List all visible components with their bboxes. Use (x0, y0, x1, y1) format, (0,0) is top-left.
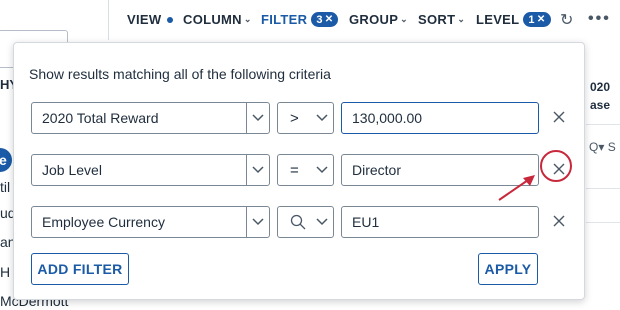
chevron-down-icon: ⌄ (457, 14, 466, 24)
level-menu[interactable]: LEVEL 1 ✕ (476, 12, 551, 27)
annotation-arrow-icon (498, 175, 535, 201)
level-count-badge[interactable]: 1 ✕ (523, 12, 551, 27)
background-header-text: 020 (590, 80, 611, 94)
chevron-down-icon (247, 218, 269, 226)
grid-toolbar: VIEW COLUMN ⌄ FILTER 3 ✕ GROUP ⌄ SORT ⌄ L… (112, 0, 620, 40)
chevron-down-icon: ⌄ (243, 14, 252, 24)
level-count: 1 (528, 13, 535, 26)
remove-filter-button[interactable] (549, 211, 569, 231)
annotation-circle (540, 150, 572, 182)
filter-menu[interactable]: FILTER 3 ✕ (261, 12, 339, 27)
sort-menu[interactable]: SORT ⌄ (418, 12, 465, 27)
attribute-value: Job Level (42, 162, 102, 178)
view-menu[interactable]: VIEW (127, 12, 174, 27)
background-column-header-right: 020 ase (590, 78, 610, 114)
operator-select[interactable] (277, 206, 334, 238)
background-row-text: H (0, 264, 11, 280)
close-icon (553, 111, 565, 123)
operator-value: = (290, 161, 299, 179)
close-icon: ✕ (536, 14, 546, 25)
filter-count: 3 (316, 13, 323, 26)
filter-row: Employee Currency EU1 (14, 206, 586, 246)
level-label: LEVEL (476, 12, 520, 27)
chevron-down-icon (247, 114, 269, 122)
refresh-icon[interactable]: ↻ (560, 10, 573, 30)
attribute-select[interactable]: 2020 Total Reward (31, 102, 270, 134)
operator-value: > (290, 109, 299, 127)
value-input[interactable]: EU1 (341, 206, 539, 238)
attribute-select[interactable]: Employee Currency (31, 206, 270, 238)
more-icon[interactable]: ••• (588, 10, 611, 28)
value-text: 130,000.00 (352, 110, 423, 126)
view-label: VIEW (127, 12, 162, 27)
background-header-controls[interactable]: Q▾ S (589, 140, 616, 154)
value-input[interactable]: 130,000.00 (341, 102, 539, 134)
background-divider (586, 222, 620, 223)
chevron-down-icon (311, 166, 333, 174)
chevron-down-icon: ⌄ (400, 14, 409, 24)
filter-count-badge[interactable]: 3 ✕ (311, 12, 339, 27)
search-icon (278, 211, 311, 234)
chevron-down-icon (311, 114, 333, 122)
add-filter-button[interactable]: ADD FILTER (31, 253, 129, 285)
group-menu[interactable]: GROUP ⌄ (349, 12, 408, 27)
attribute-select[interactable]: Job Level (31, 154, 270, 186)
operator-select[interactable]: = (277, 154, 334, 186)
close-icon (553, 215, 565, 227)
column-label: COLUMN (183, 12, 242, 27)
toolbar-divider (108, 0, 109, 40)
column-menu[interactable]: COLUMN ⌄ (183, 12, 252, 27)
background-divider (586, 124, 620, 125)
filter-label: FILTER (261, 12, 308, 27)
background-divider (586, 188, 620, 189)
group-label: GROUP (349, 12, 399, 27)
apply-button[interactable]: APPLY (478, 253, 538, 285)
remove-filter-button[interactable] (549, 107, 569, 127)
attribute-value: 2020 Total Reward (42, 110, 159, 126)
close-icon: ✕ (324, 14, 334, 25)
background-header-text: ase (590, 98, 611, 112)
background-selected-row-marker[interactable]: e (0, 148, 12, 172)
value-text: EU1 (352, 214, 380, 230)
view-indicator-dot (167, 16, 174, 23)
sort-label: SORT (418, 12, 456, 27)
filter-row: 2020 Total Reward > 130,000.00 (14, 102, 586, 142)
attribute-value: Employee Currency (42, 214, 165, 230)
chevron-down-icon (311, 218, 333, 226)
popup-title: Show results matching all of the followi… (29, 66, 331, 82)
chevron-down-icon (247, 166, 269, 174)
background-row-text: til (0, 179, 11, 195)
operator-select[interactable]: > (277, 102, 334, 134)
